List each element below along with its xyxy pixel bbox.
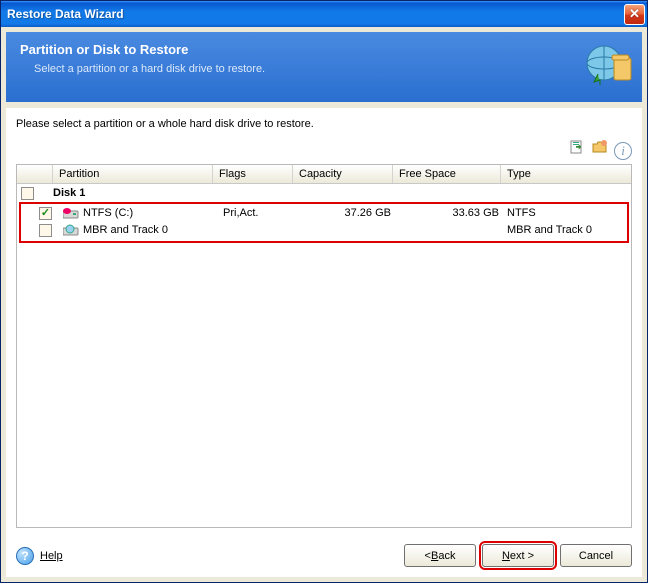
help-link[interactable]: ? Help [16, 547, 63, 565]
partition-row[interactable]: NTFS (C:) Pri,Act. 37.26 GB 33.63 GB NTF… [21, 205, 627, 222]
partition-grid: Partition Flags Capacity Free Space Type… [16, 164, 632, 529]
drive-icon [63, 207, 79, 219]
title-bar: Restore Data Wizard ✕ [1, 1, 647, 27]
partition-flags: Pri,Act. [217, 205, 297, 222]
disk-label: Disk 1 [53, 185, 631, 202]
toolbar-button-2[interactable] [591, 138, 609, 156]
cancel-button[interactable]: Cancel [560, 544, 632, 567]
col-partition[interactable]: Partition [53, 165, 213, 183]
col-capacity[interactable]: Capacity [293, 165, 393, 183]
info-icon[interactable]: i [614, 142, 632, 160]
partition-name: NTFS (C:) [83, 207, 133, 219]
footer-bar: ? Help < Back Next > Cancel [6, 536, 642, 577]
col-flags[interactable]: Flags [213, 165, 293, 183]
next-button[interactable]: Next > [482, 544, 554, 567]
wizard-header: Partition or Disk to Restore Select a pa… [6, 32, 642, 102]
disk-row[interactable]: Disk 1 [17, 185, 631, 202]
partition-name: MBR and Track 0 [83, 224, 168, 236]
header-icon [582, 38, 632, 88]
back-button[interactable]: < Back [404, 544, 476, 567]
partition-flags [217, 222, 297, 239]
highlighted-rows: NTFS (C:) Pri,Act. 37.26 GB 33.63 GB NTF… [19, 202, 629, 243]
partition-capacity: 37.26 GB [297, 205, 397, 222]
header-title: Partition or Disk to Restore [20, 42, 628, 57]
close-button[interactable]: ✕ [624, 4, 645, 25]
drive-icon [63, 224, 79, 236]
partition-type: NTFS [505, 205, 627, 222]
col-free[interactable]: Free Space [393, 165, 501, 183]
header-subtitle: Select a partition or a hard disk drive … [20, 63, 628, 75]
instruction-text: Please select a partition or a whole har… [16, 118, 632, 130]
partition-free: 33.63 GB [397, 205, 505, 222]
window-title: Restore Data Wizard [7, 7, 624, 21]
partition-free [397, 222, 505, 239]
grid-body: Disk 1 NTFS (C:) Pri,Act. [17, 184, 631, 528]
toolbar-button-1[interactable] [568, 138, 586, 156]
col-type[interactable]: Type [501, 165, 631, 183]
grid-toolbar: i [16, 138, 632, 160]
partition-capacity [297, 222, 397, 239]
col-check[interactable] [17, 165, 53, 183]
partition-row[interactable]: MBR and Track 0 MBR and Track 0 [21, 222, 627, 239]
grid-header: Partition Flags Capacity Free Space Type [17, 165, 631, 184]
help-icon: ? [16, 547, 34, 565]
disk-checkbox[interactable] [21, 187, 34, 200]
partition-checkbox[interactable] [39, 224, 52, 237]
partition-type: MBR and Track 0 [505, 222, 627, 239]
help-text: Help [40, 550, 63, 562]
partition-checkbox[interactable] [39, 207, 52, 220]
content-area: Please select a partition or a whole har… [6, 108, 642, 536]
